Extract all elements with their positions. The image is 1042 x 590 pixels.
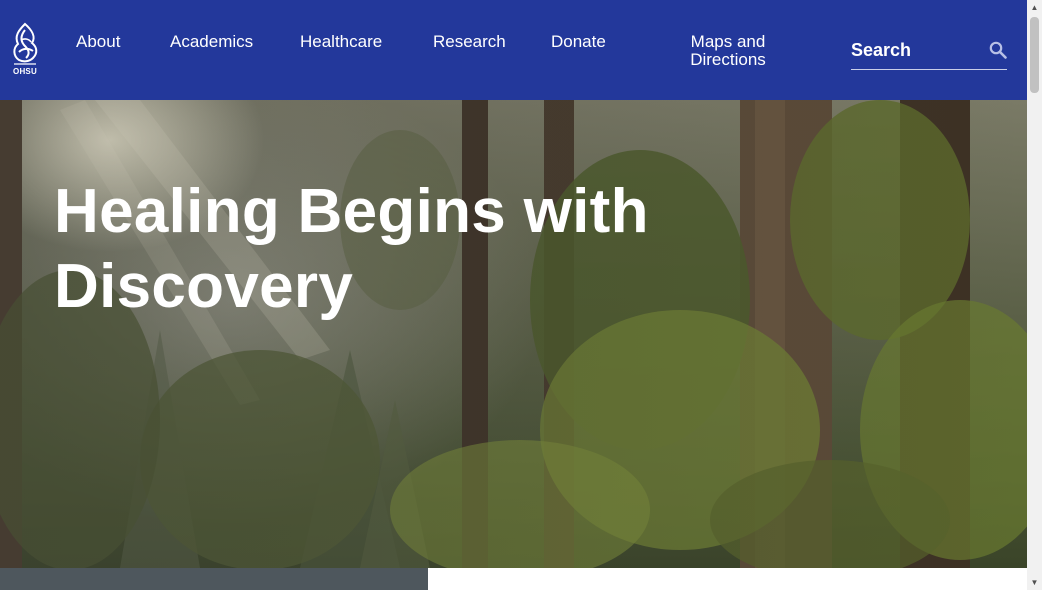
search-box	[851, 36, 1007, 70]
scroll-up-arrow-icon[interactable]: ▲	[1027, 0, 1042, 15]
hero-title: Healing Begins with Discovery	[54, 177, 649, 321]
page-viewport: OHSU About Academics Healthcare Research…	[0, 0, 1027, 590]
nav-item-academics[interactable]: Academics	[170, 33, 253, 51]
content-strip-light	[428, 568, 1027, 590]
nav-item-healthcare[interactable]: Healthcare	[300, 33, 382, 51]
search-input[interactable]	[851, 36, 981, 64]
search-icon[interactable]	[989, 41, 1007, 59]
site-header: OHSU About Academics Healthcare Research…	[0, 0, 1027, 100]
scroll-down-arrow-icon[interactable]: ▼	[1027, 575, 1042, 590]
ohsu-flame-icon	[13, 22, 38, 65]
nav-item-donate[interactable]: Donate	[551, 33, 606, 51]
hero-overlay	[0, 100, 1027, 568]
nav-item-about[interactable]: About	[76, 33, 120, 51]
ohsu-logo[interactable]: OHSU	[8, 22, 42, 78]
scroll-thumb[interactable]	[1030, 17, 1039, 93]
nav-item-research[interactable]: Research	[433, 33, 506, 51]
logo-wordmark: OHSU	[13, 67, 37, 76]
hero-banner: Healing Begins with Discovery	[0, 100, 1027, 568]
nav-item-maps-and-directions[interactable]: Maps and Directions	[668, 33, 788, 69]
scrollbar[interactable]: ▲ ▼	[1027, 0, 1042, 590]
content-strip-dark	[0, 568, 428, 590]
